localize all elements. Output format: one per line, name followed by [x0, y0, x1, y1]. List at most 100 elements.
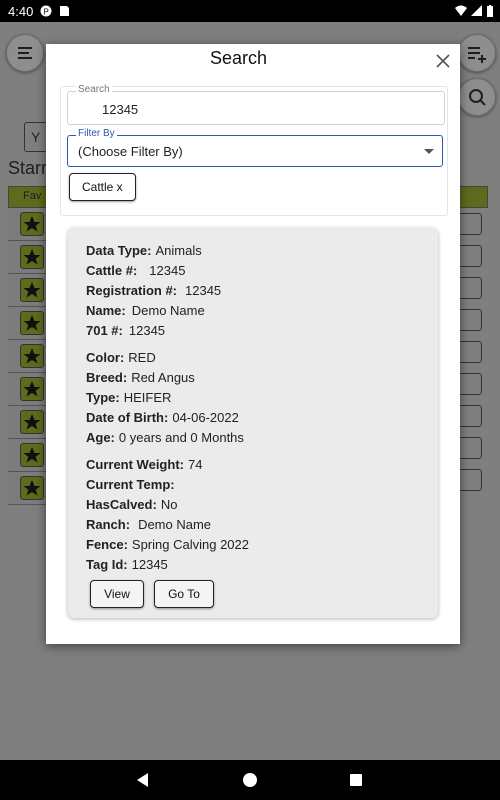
star-icon[interactable]	[20, 311, 44, 335]
cattle-number-row: Cattle #: 12345	[86, 263, 185, 278]
field-label: Color:	[86, 350, 125, 365]
filter-by-value: (Choose Filter By)	[78, 144, 183, 159]
tag-id-row: Tag Id: 12345	[86, 557, 168, 572]
navigation-bar	[0, 760, 500, 800]
search-value: 12345	[102, 102, 139, 117]
field-label: Data Type:	[86, 243, 152, 258]
field-value: 74	[187, 457, 203, 472]
tab-button-label: Y	[31, 129, 41, 145]
menu-icon	[18, 47, 32, 59]
star-icon[interactable]	[20, 410, 44, 434]
cattle-filter-chip[interactable]: Cattle x	[69, 173, 136, 201]
fav-column-header: Fav	[8, 186, 48, 208]
status-time: 4:40	[8, 4, 34, 19]
field-value: HEIFER	[123, 390, 172, 405]
field-value: Red Angus	[131, 370, 195, 385]
star-icon[interactable]	[20, 245, 44, 269]
type-row: Type: HEIFER	[86, 390, 171, 405]
field-value: 12345	[149, 263, 186, 278]
field-label: Age:	[86, 430, 115, 445]
field-label: Date of Birth:	[86, 410, 169, 425]
tab-button[interactable]: Y	[24, 122, 48, 152]
star-icon[interactable]	[20, 476, 44, 500]
result-card: Data Type: Animals Cattle #: 12345 Registr…	[68, 228, 438, 618]
recent-apps-icon[interactable]	[350, 774, 362, 786]
view-button[interactable]: View	[90, 580, 144, 608]
current-weight-row: Current Weight: 74	[86, 457, 202, 472]
starred-heading: Starr	[8, 158, 48, 178]
dropdown-arrow-icon	[424, 149, 434, 154]
date-of-birth-row: Date of Birth: 04-06-2022	[86, 410, 239, 425]
field-label: Current Temp:	[86, 477, 175, 492]
ranch-row: Ranch: Demo Name	[86, 517, 211, 532]
status-bar: 4:40 P	[0, 0, 500, 22]
current-temp-row: Current Temp:	[86, 477, 179, 492]
add-list-button[interactable]	[458, 34, 496, 72]
field-label: Registration #:	[86, 283, 178, 298]
go-to-button[interactable]: Go To	[154, 580, 214, 608]
field-label: Fence:	[86, 537, 128, 552]
color-row: Color: RED	[86, 350, 156, 365]
table-row	[8, 274, 46, 307]
field-label: 701 #:	[86, 323, 123, 338]
field-label: Tag Id:	[86, 557, 128, 572]
close-button[interactable]	[434, 52, 452, 70]
field-value: Demo Name	[131, 303, 205, 318]
registration-row: Registration #: 12345	[86, 283, 221, 298]
field-label: HasCalved:	[86, 497, 157, 512]
sd-card-icon	[58, 5, 70, 17]
field-value: Animals	[155, 243, 202, 258]
menu-button[interactable]	[6, 34, 44, 72]
field-label: Type:	[86, 390, 120, 405]
field-label: Current Weight:	[86, 457, 184, 472]
star-icon[interactable]	[20, 278, 44, 302]
signal-icon	[471, 5, 483, 17]
wifi-icon	[455, 5, 467, 17]
fence-row: Fence: Spring Calving 2022	[86, 537, 249, 552]
star-icon[interactable]	[20, 212, 44, 236]
field-value: Spring Calving 2022	[131, 537, 249, 552]
table-row	[8, 439, 46, 472]
data-type-row: Data Type: Animals	[86, 243, 202, 258]
fav-column	[8, 208, 46, 505]
search-input[interactable]: Search 12345	[67, 84, 445, 125]
fav-header-label: Fav	[23, 190, 42, 202]
field-value: 04-06-2022	[172, 410, 239, 425]
search-modal: Search Search 12345 Filter By (Choose Fi…	[46, 44, 460, 644]
star-icon[interactable]	[20, 344, 44, 368]
has-calved-row: HasCalved: No	[86, 497, 177, 512]
table-row	[8, 472, 46, 505]
field-label: Cattle #:	[86, 263, 138, 278]
table-row	[8, 373, 46, 406]
table-row	[8, 208, 46, 241]
table-row	[8, 307, 46, 340]
field-label: Name:	[86, 303, 126, 318]
field-value: Demo Name	[138, 517, 212, 532]
field-label: Breed:	[86, 370, 128, 385]
field-value: RED	[128, 350, 156, 365]
field-label: Ranch:	[86, 517, 131, 532]
close-icon	[436, 54, 450, 68]
search-label: Search	[76, 84, 112, 95]
name-row: Name: Demo Name	[86, 303, 205, 318]
back-icon[interactable]	[137, 773, 148, 787]
table-row	[8, 406, 46, 439]
star-icon[interactable]	[20, 443, 44, 467]
filter-panel: Search 12345 Filter By (Choose Filter By…	[60, 84, 448, 216]
table-row	[8, 241, 46, 274]
filter-by-select[interactable]: Filter By (Choose Filter By)	[67, 128, 443, 167]
field-value: 12345	[131, 557, 168, 572]
filter-by-label: Filter By	[76, 128, 117, 139]
svg-text:P: P	[44, 8, 49, 17]
search-button[interactable]	[458, 78, 496, 116]
home-icon[interactable]	[243, 773, 257, 787]
app-notification-icon: P	[40, 5, 52, 17]
star-icon[interactable]	[20, 377, 44, 401]
table-row	[8, 340, 46, 373]
age-row: Age: 0 years and 0 Months	[86, 430, 244, 445]
field-value: 0 years and 0 Months	[118, 430, 244, 445]
id701-row: 701 #: 12345	[86, 323, 165, 338]
field-value: No	[160, 497, 178, 512]
playlist-add-icon	[468, 47, 486, 63]
breed-row: Breed: Red Angus	[86, 370, 195, 385]
